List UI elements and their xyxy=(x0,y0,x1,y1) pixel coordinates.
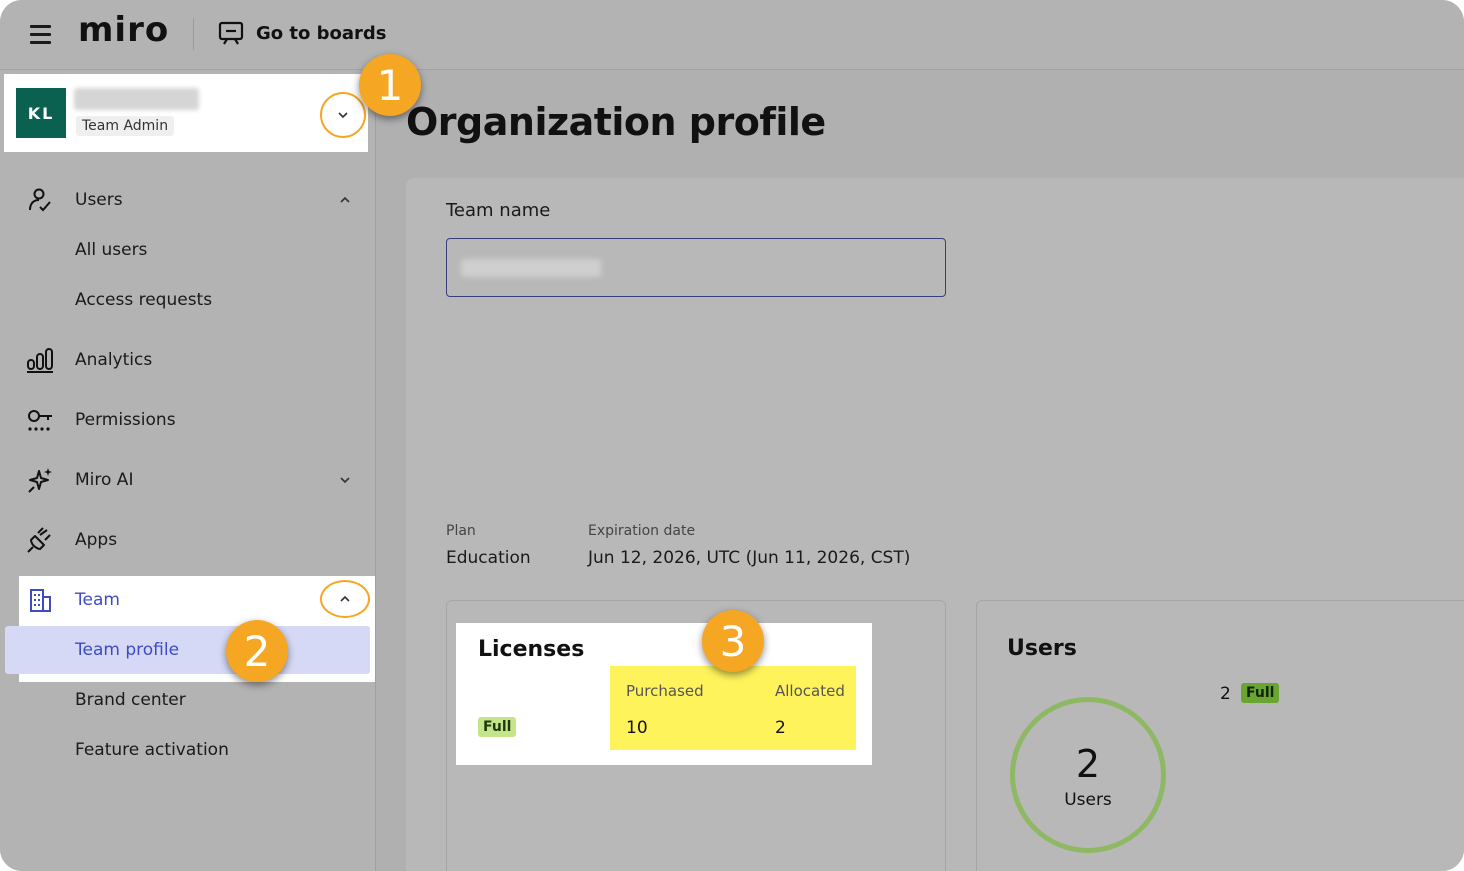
sidebar-item-label: Brand center xyxy=(75,690,186,710)
users-donut-chart: 2 Users xyxy=(1010,697,1166,853)
sidebar-item-miro-ai[interactable]: Miro AI xyxy=(0,460,376,500)
sidebar-item-permissions[interactable]: Permissions xyxy=(0,400,376,440)
go-to-boards-button[interactable]: Go to boards xyxy=(218,20,387,46)
role-badge: Team Admin xyxy=(76,116,175,136)
license-type-badge: Full xyxy=(478,717,517,737)
key-icon xyxy=(26,406,54,434)
ring-count: 2 xyxy=(1075,742,1101,786)
team-avatar: KL xyxy=(16,88,66,138)
chevron-up-icon[interactable] xyxy=(336,191,354,209)
sidebar-item-feature-activation[interactable]: Feature activation xyxy=(0,730,376,770)
sidebar-item-label: Users xyxy=(75,190,123,210)
sidebar-item-label: All users xyxy=(75,240,148,260)
building-icon xyxy=(26,586,54,614)
plug-icon xyxy=(26,526,54,554)
callout-3: 3 xyxy=(702,610,764,672)
header-divider xyxy=(193,18,194,50)
page-title: Organization profile xyxy=(406,100,826,144)
user-icon xyxy=(26,186,54,214)
users-title: Users xyxy=(1007,636,1077,661)
licenses-highlight: Licenses Full Purchased Allocated 10 2 xyxy=(456,623,872,765)
sidebar-item-apps[interactable]: Apps xyxy=(0,520,376,560)
expiration-value: Jun 12, 2026, UTC (Jun 11, 2026, CST) xyxy=(588,548,911,568)
app-window: miro Go to boards KL Team Admin Users Al… xyxy=(0,0,1464,871)
ring-label: Users xyxy=(1064,790,1112,810)
licenses-title: Licenses xyxy=(478,637,585,662)
bar-chart-icon xyxy=(26,346,54,374)
allocated-value: 2 xyxy=(775,718,786,738)
purchased-label: Purchased xyxy=(626,682,704,700)
team-name-value-redacted xyxy=(461,259,601,277)
expiration-label: Expiration date xyxy=(588,523,696,539)
team-name-redacted xyxy=(74,88,199,110)
callout-1: 1 xyxy=(359,54,421,116)
team-name-label: Team name xyxy=(446,200,551,221)
team-name-input[interactable] xyxy=(446,238,946,297)
miro-logo[interactable]: miro xyxy=(78,10,169,50)
sidebar-item-label: Apps xyxy=(75,530,118,550)
sidebar-item-all-users[interactable]: All users xyxy=(0,230,376,270)
sidebar-item-label: Team xyxy=(75,590,120,610)
team-switcher[interactable]: KL Team Admin xyxy=(4,74,368,152)
sidebar: KL Team Admin Users All users Access req… xyxy=(0,70,376,871)
sidebar-item-access-requests[interactable]: Access requests xyxy=(0,280,376,320)
sidebar-item-analytics[interactable]: Analytics xyxy=(0,340,376,380)
callout-2: 2 xyxy=(226,620,288,682)
license-counts-highlight: Purchased Allocated 10 2 xyxy=(610,666,856,750)
sidebar-item-team-profile[interactable]: Team profile xyxy=(0,630,376,670)
sidebar-item-label: Access requests xyxy=(75,290,213,310)
sidebar-item-label: Miro AI xyxy=(75,470,134,490)
plan-label: Plan xyxy=(446,523,476,539)
menu-icon[interactable] xyxy=(30,25,51,44)
team-collapse-button[interactable] xyxy=(320,580,370,618)
chevron-up-icon xyxy=(340,595,350,602)
users-count: 2 xyxy=(1220,684,1231,704)
allocated-label: Allocated xyxy=(775,682,845,700)
sidebar-item-users[interactable]: Users xyxy=(0,180,376,220)
sidebar-item-label: Analytics xyxy=(75,350,153,370)
top-bar: miro Go to boards xyxy=(0,0,1464,70)
sparkle-icon xyxy=(26,466,54,494)
go-to-boards-label: Go to boards xyxy=(256,22,387,44)
sidebar-item-label: Permissions xyxy=(75,410,176,430)
sidebar-item-label: Team profile xyxy=(75,640,180,660)
chevron-down-icon xyxy=(338,112,348,119)
purchased-value: 10 xyxy=(626,718,648,738)
users-full-badge: Full xyxy=(1241,683,1280,703)
plan-value: Education xyxy=(446,548,531,568)
board-icon xyxy=(218,20,244,46)
sidebar-item-brand-center[interactable]: Brand center xyxy=(0,680,376,720)
chevron-down-icon[interactable] xyxy=(336,471,354,489)
sidebar-item-label: Feature activation xyxy=(75,740,229,760)
team-switcher-dropdown[interactable] xyxy=(320,92,366,138)
